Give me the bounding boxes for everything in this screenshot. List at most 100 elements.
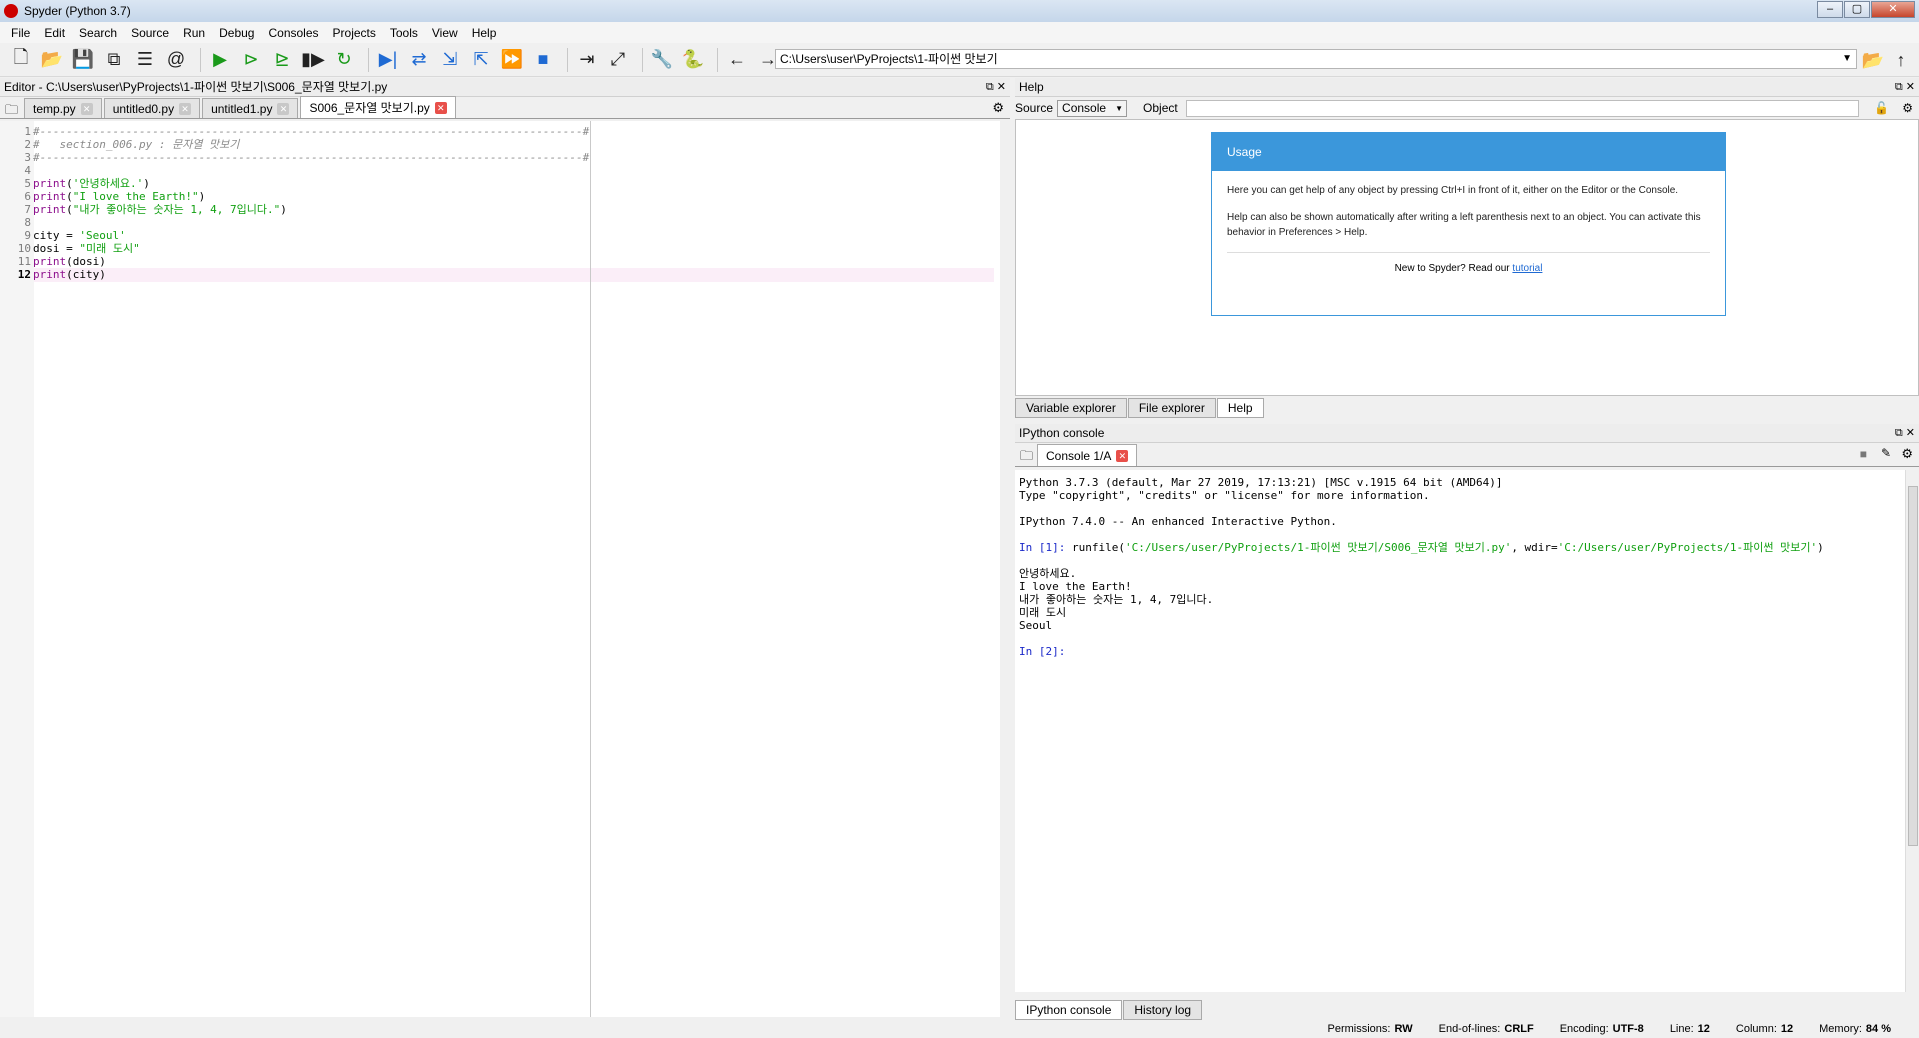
gear-icon[interactable]: ⚙ <box>1902 101 1913 115</box>
console-line: 미래 도시 <box>1019 606 1067 619</box>
close-tab-icon[interactable]: ✕ <box>1116 449 1129 462</box>
step-into-icon[interactable]: ⇲ <box>437 47 463 73</box>
maximize-pane-icon[interactable]: ⇥ <box>574 47 600 73</box>
clear-console-icon[interactable]: ✎ <box>1881 446 1891 460</box>
rerun-icon[interactable]: ↻ <box>331 47 357 73</box>
console-scrollbar[interactable] <box>1905 470 1919 992</box>
line-number: 3 <box>24 151 31 164</box>
menu-tools[interactable]: Tools <box>383 26 425 40</box>
line-value: 12 <box>1697 1023 1710 1035</box>
back-arrow-icon[interactable]: ← <box>724 47 750 73</box>
minimize-button[interactable]: – <box>1817 1 1843 18</box>
parent-directory-icon[interactable]: ↑ <box>1888 47 1914 73</box>
code-text: print('안녕하세요.') <box>33 177 150 190</box>
at-icon[interactable]: @ <box>163 47 189 73</box>
code-line[interactable]: 12 print(city) <box>0 268 106 282</box>
undock-close-icon[interactable]: ⧉ ✕ <box>986 78 1006 97</box>
continue-icon[interactable]: ⏩ <box>499 47 525 73</box>
usage-paragraph-2: Help can also be shown automatically aft… <box>1227 212 1701 238</box>
help-bottom-tabs: Variable explorer File explorer Help <box>1015 398 1265 418</box>
editor-tab[interactable]: untitled1.py ✕ <box>202 98 299 118</box>
line-number: 11 <box>17 255 31 268</box>
code-line[interactable]: 4 <box>0 164 33 178</box>
menu-run[interactable]: Run <box>176 26 212 40</box>
browse-tabs-icon[interactable]: 🗀 <box>5 101 18 123</box>
line-number: 4 <box>24 164 31 177</box>
close-tab-icon[interactable]: ✕ <box>434 101 447 114</box>
menu-edit[interactable]: Edit <box>37 26 72 40</box>
pane-tab[interactable]: History log <box>1123 1000 1203 1020</box>
code-line[interactable]: 6 print("I love the Earth!") <box>0 190 205 204</box>
menu-file[interactable]: File <box>4 26 37 40</box>
close-tab-icon[interactable]: ✕ <box>80 102 93 115</box>
menu-view[interactable]: View <box>425 26 465 40</box>
save-icon[interactable]: 💾 <box>70 47 96 73</box>
code-line[interactable]: 10 dosi = "미래 도시" <box>0 242 140 256</box>
line-number: 9 <box>24 229 31 242</box>
scrollbar-thumb[interactable] <box>1908 486 1918 846</box>
pane-tab[interactable]: Help <box>1216 398 1264 418</box>
menu-search[interactable]: Search <box>72 26 124 40</box>
lock-icon[interactable]: 🔓 <box>1874 101 1889 115</box>
code-editor[interactable]: 1 #--------------------------------------… <box>0 121 1000 1017</box>
usage-paragraph-1: Here you can get help of any object by p… <box>1227 185 1679 196</box>
run-icon[interactable]: ▶ <box>207 47 233 73</box>
stop-debug-icon[interactable]: ■ <box>530 47 556 73</box>
code-line[interactable]: 8 <box>0 216 33 230</box>
console-line: 내가 좋아하는 숫자는 1, 4, 7입니다. <box>1019 593 1214 606</box>
browse-consoles-icon[interactable]: 🗀 <box>1020 447 1033 469</box>
run-cell-advance-icon[interactable]: ⊵ <box>269 47 295 73</box>
close-window-button[interactable]: ✕ <box>1871 1 1915 18</box>
undock-close-icon[interactable]: ⧉ ✕ <box>1895 424 1915 443</box>
code-line[interactable]: 3 #--------------------------------------… <box>0 151 589 165</box>
menu-projects[interactable]: Projects <box>326 26 383 40</box>
pane-tab[interactable]: Variable explorer <box>1015 398 1127 418</box>
chevron-down-icon[interactable]: ▼ <box>1842 50 1852 68</box>
open-file-icon[interactable]: 📂 <box>39 47 65 73</box>
object-input[interactable] <box>1185 99 1859 117</box>
code-line[interactable]: 9 city = 'Seoul' <box>0 229 125 243</box>
run-cell-icon[interactable]: ⊳ <box>238 47 264 73</box>
console-tab[interactable]: Console 1/A ✕ <box>1037 444 1138 466</box>
python-path-icon[interactable]: 🐍 <box>680 47 706 73</box>
editor-tab[interactable]: S006_문자열 맛보기.py ✕ <box>300 96 456 118</box>
preferences-wrench-icon[interactable]: 🔧 <box>649 47 675 73</box>
source-combobox[interactable]: Console <box>1057 99 1128 117</box>
editor-scrollbar[interactable] <box>1000 121 1010 1017</box>
code-line[interactable]: 2 # section_006.py : 문자열 맛보기 <box>0 138 239 152</box>
working-directory-combobox[interactable]: C:\Users\user\PyProjects\1-파이썬 맛보기 ▼ <box>775 49 1857 69</box>
close-tab-icon[interactable]: ✕ <box>277 102 290 115</box>
menu-debug[interactable]: Debug <box>212 26 261 40</box>
console-output[interactable]: Python 3.7.3 (default, Mar 27 2019, 17:1… <box>1015 470 1919 992</box>
gear-icon[interactable]: ⚙ <box>1901 446 1913 462</box>
tutorial-link[interactable]: tutorial <box>1512 263 1542 274</box>
code-line[interactable]: 11 print(dosi) <box>0 255 106 269</box>
menu-help[interactable]: Help <box>465 26 504 40</box>
gear-icon[interactable]: ⚙ <box>992 100 1004 116</box>
menu-consoles[interactable]: Consoles <box>261 26 325 40</box>
memory-label: Memory: <box>1819 1023 1862 1035</box>
maximize-button[interactable]: ▢ <box>1844 1 1870 18</box>
editor-tab[interactable]: untitled0.py ✕ <box>103 98 201 118</box>
debug-icon[interactable]: ▶| <box>375 47 401 73</box>
save-all-icon[interactable]: ⧉ <box>101 47 127 73</box>
editor-title-bar: Editor - C:\Users\user\PyProjects\1-파이썬 … <box>0 78 1010 97</box>
new-file-icon[interactable]: 🗋 <box>8 47 34 73</box>
run-selection-icon[interactable]: ▮▶ <box>300 47 326 73</box>
undock-close-icon[interactable]: ⧉ ✕ <box>1895 78 1915 97</box>
pane-tab[interactable]: File explorer <box>1127 398 1216 418</box>
menu-source[interactable]: Source <box>124 26 176 40</box>
stop-kernel-icon[interactable]: ■ <box>1860 447 1867 461</box>
code-line[interactable]: 5 print('안녕하세요.') <box>0 177 150 191</box>
pane-tab[interactable]: IPython console <box>1015 1000 1123 1020</box>
ipython-console-pane: IPython console ⧉ ✕ 🗀 Console 1/A ✕ ■ ✎ … <box>1015 424 1919 1020</box>
browse-folder-icon[interactable]: 📂 <box>1860 47 1886 73</box>
step-return-icon[interactable]: ⇱ <box>468 47 494 73</box>
fullscreen-icon[interactable]: ⤢ <box>605 47 631 73</box>
code-line[interactable]: 1 #--------------------------------------… <box>0 125 589 139</box>
close-tab-icon[interactable]: ✕ <box>179 102 192 115</box>
code-line[interactable]: 7 print("내가 좋아하는 숫자는 1, 4, 7입니다.") <box>0 203 287 217</box>
editor-tab[interactable]: temp.py ✕ <box>24 98 102 118</box>
outline-icon[interactable]: ☰ <box>132 47 158 73</box>
step-icon[interactable]: ⇄ <box>406 47 432 73</box>
